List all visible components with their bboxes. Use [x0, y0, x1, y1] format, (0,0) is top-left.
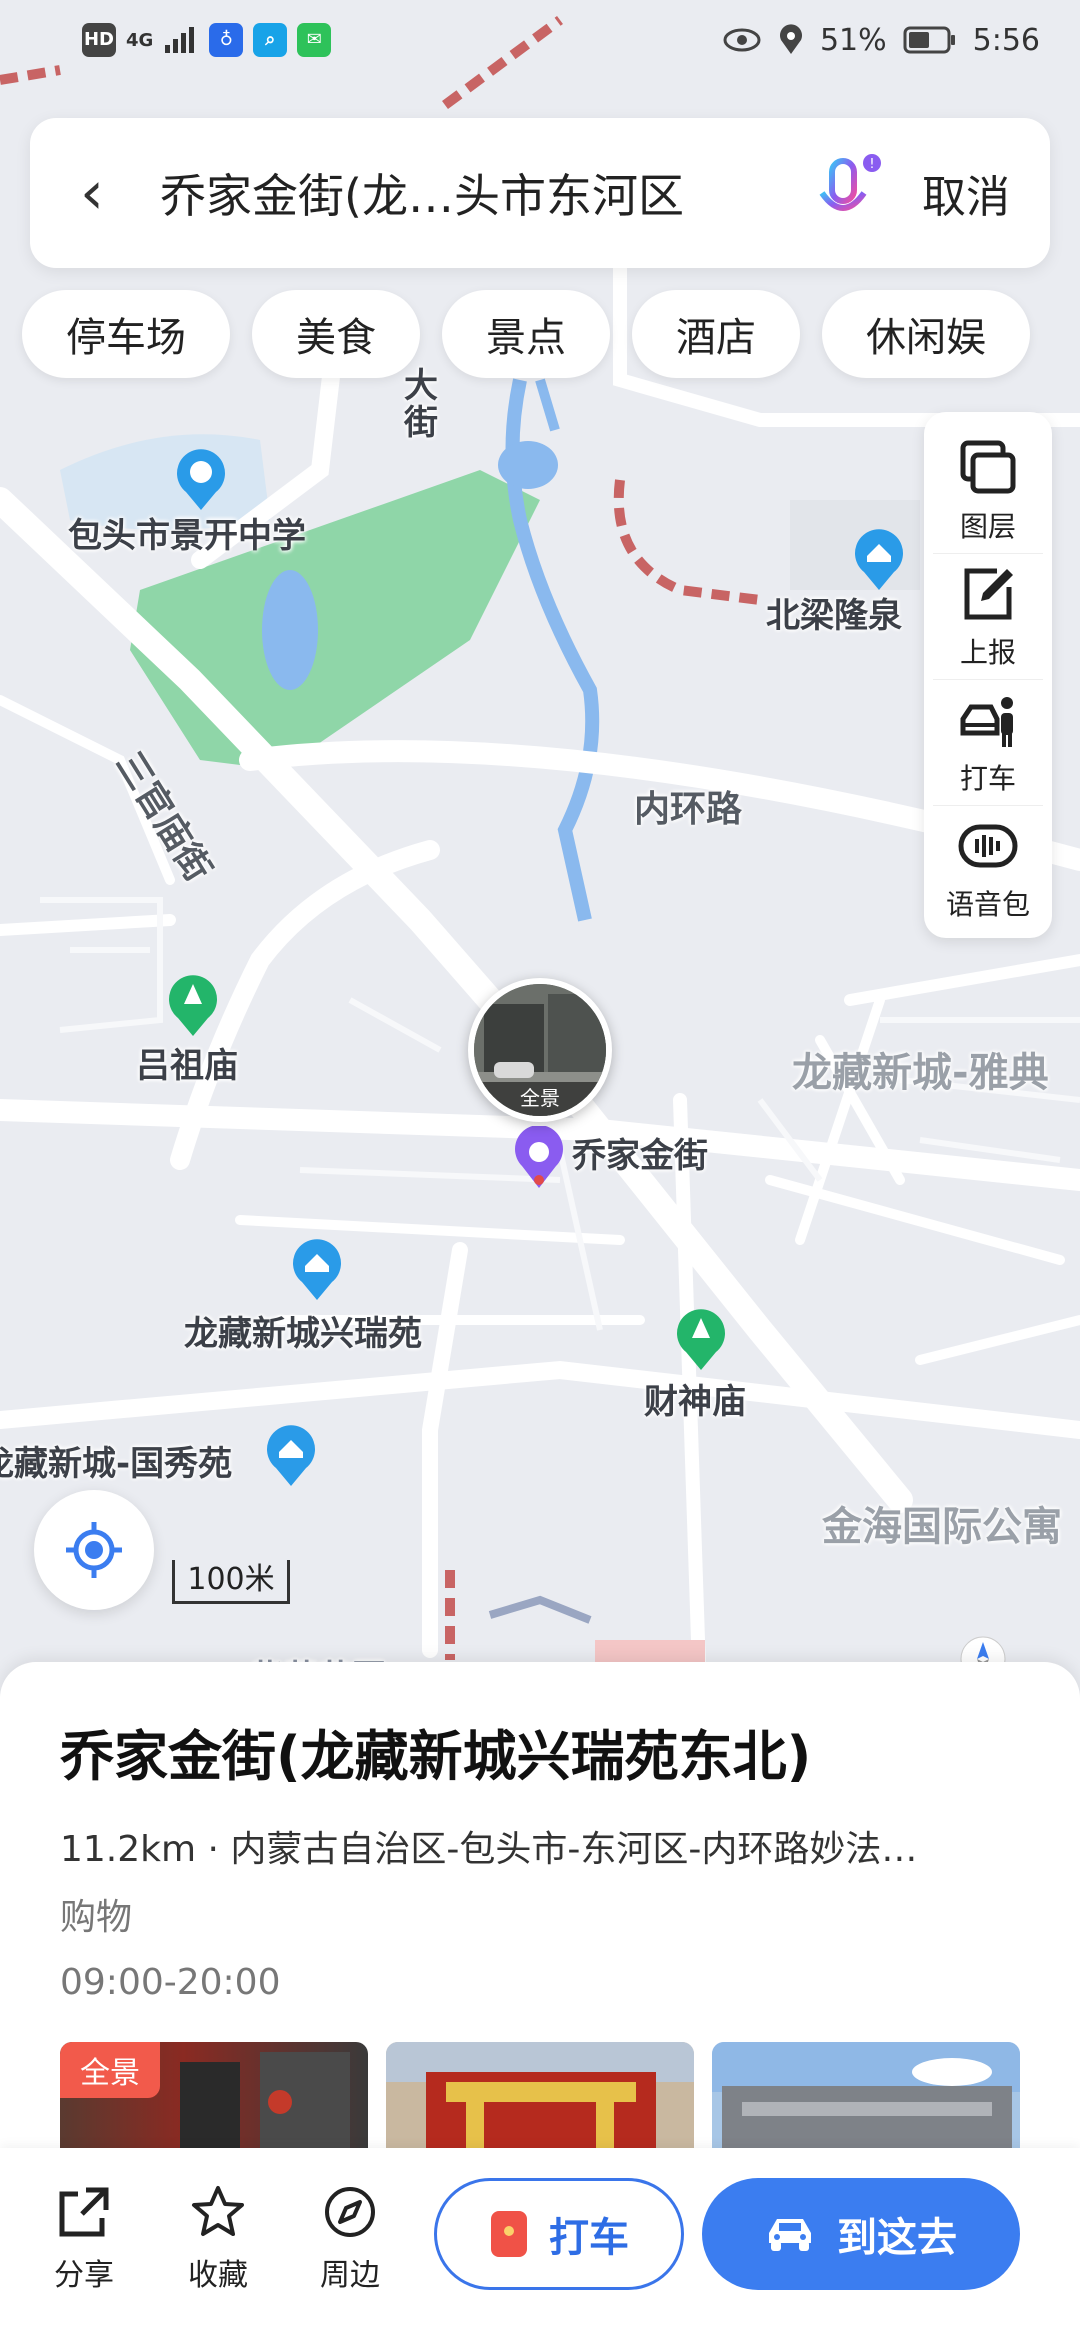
panorama-tag: 全景 [60, 2042, 160, 2098]
nearby-label: 周边 [320, 2258, 380, 2293]
chip-food[interactable]: 美食 [252, 290, 420, 378]
building-photo-icon [712, 2042, 1020, 2152]
share-icon [59, 2187, 109, 2237]
place-hours: 09:00-20:00 [60, 1962, 281, 2003]
share-label: 分享 [54, 2258, 114, 2293]
battery-icon [903, 26, 955, 54]
scenic-pin-icon[interactable] [674, 1308, 728, 1372]
residence-pin-icon[interactable] [852, 528, 906, 592]
place-category: 购物 [60, 1897, 133, 1938]
app-notification-icon: ♁ [209, 23, 244, 57]
navigate-here-label: 到这去 [837, 2215, 957, 2261]
map-label-longcang-yadian: 龙藏新城-雅典 [792, 1050, 1049, 1096]
place-photo[interactable] [712, 2042, 1020, 2152]
selected-location-pin-icon[interactable] [512, 1126, 566, 1190]
chip-parking[interactable]: 停车场 [22, 290, 230, 378]
favorite-label: 收藏 [188, 2258, 248, 2293]
search-bar[interactable]: ‹ 乔家金街(龙…头市东河区 ! 取消 [30, 118, 1050, 268]
map-label-jinhai: 金海国际公寓 [822, 1504, 1062, 1550]
map-label-street: 大街 [404, 366, 438, 444]
favorite-button[interactable]: 收藏 [168, 2184, 268, 2294]
star-icon [192, 2186, 244, 2236]
map-label-school: 包头市景开中学 [68, 516, 306, 556]
voice-pack-button[interactable]: 语音包 [933, 806, 1043, 932]
battery-percent: 51% [819, 22, 887, 58]
share-button[interactable]: 分享 [34, 2184, 134, 2294]
map-label-xingruiyuan: 龙藏新城兴瑞苑 [184, 1314, 422, 1354]
scenic-pin-icon[interactable] [166, 974, 220, 1038]
message-app-icon: ✉ [297, 23, 332, 57]
pond [262, 570, 318, 690]
taxi-coupon-icon [491, 2211, 527, 2257]
panorama-preview[interactable]: 全景 [468, 978, 612, 1122]
network-type: 4G [126, 29, 154, 51]
gate-photo-icon [386, 2042, 694, 2152]
school-pin-icon[interactable] [174, 448, 228, 512]
panorama-caption: 全景 [474, 1082, 606, 1116]
car-icon [769, 2219, 811, 2251]
status-bar: HD 4G ♁ ⌕ ✉ 51% 5:56 [0, 0, 1080, 80]
map-label-inner-ring-road: 内环路 [634, 789, 743, 830]
map-label-caishen-temple: 财神庙 [644, 1382, 746, 1422]
taxi-tool-label: 打车 [959, 761, 1016, 795]
map-label-guoxiuyuan: 龙藏新城-国秀苑 [0, 1444, 233, 1484]
residence-pin-icon[interactable] [290, 1238, 344, 1302]
compass-nearby-icon [325, 2187, 375, 2237]
map-label-lvzu-temple: 吕祖庙 [136, 1046, 238, 1086]
voice-pack-label: 语音包 [945, 888, 1030, 921]
navigate-here-button[interactable]: 到这去 [702, 2178, 1020, 2290]
report-label: 上报 [959, 635, 1016, 669]
place-title: 乔家金街(龙藏新城兴瑞苑东北) [60, 1725, 812, 1788]
map-label-qiaojia: 乔家金街 [572, 1136, 708, 1176]
layers-icon [960, 440, 1016, 493]
chip-hotels[interactable]: 酒店 [632, 290, 800, 378]
taxi-person-icon [960, 696, 1013, 747]
bottom-action-bar: 分享 收藏 周边 打车 到这去 [0, 2148, 1080, 2340]
chip-attractions[interactable]: 景点 [442, 290, 610, 378]
report-button[interactable]: 上报 [933, 554, 1043, 680]
category-chips: 停车场 美食 景点 酒店 休闲娱 [22, 290, 1080, 378]
search-query[interactable]: 乔家金街(龙…头市东河区 [160, 160, 792, 226]
place-address: 11.2km · 内蒙古自治区-包头市-东河区-内环路妙法… [60, 1829, 918, 1870]
layers-label: 图层 [959, 509, 1016, 543]
hd-badge: HD [82, 23, 116, 57]
map-tools-panel: 图层 上报 打车 语音包 [924, 412, 1052, 938]
taxi-button[interactable]: 打车 [434, 2178, 684, 2290]
voice-microphone-icon[interactable]: ! [812, 153, 882, 233]
clock: 5:56 [972, 22, 1040, 58]
svg-text:!: ! [869, 157, 874, 172]
voice-pack-icon [958, 824, 1018, 868]
residence-pin-icon[interactable] [264, 1424, 318, 1488]
chip-leisure[interactable]: 休闲娱 [822, 290, 1030, 378]
search-app-icon: ⌕ [253, 23, 288, 57]
place-photo[interactable] [386, 2042, 694, 2152]
nearby-button[interactable]: 周边 [300, 2184, 400, 2294]
locate-crosshair-icon [66, 1522, 122, 1578]
layers-button[interactable]: 图层 [933, 428, 1043, 554]
map-label-beiliang: 北梁隆泉 [766, 596, 902, 636]
map-scale: 100米 [172, 1560, 290, 1604]
back-chevron-icon[interactable]: ‹ [80, 163, 150, 223]
location-icon [779, 24, 802, 54]
eye-icon [723, 28, 761, 52]
locate-me-button[interactable] [34, 1490, 154, 1610]
cancel-button[interactable]: 取消 [922, 161, 1010, 225]
taxi-label: 打车 [549, 2215, 629, 2261]
taxi-tool-button[interactable]: 打车 [933, 680, 1043, 806]
report-edit-icon [964, 568, 1013, 619]
signal-icon [165, 27, 195, 53]
place-photo[interactable]: 全景 [60, 2042, 368, 2152]
